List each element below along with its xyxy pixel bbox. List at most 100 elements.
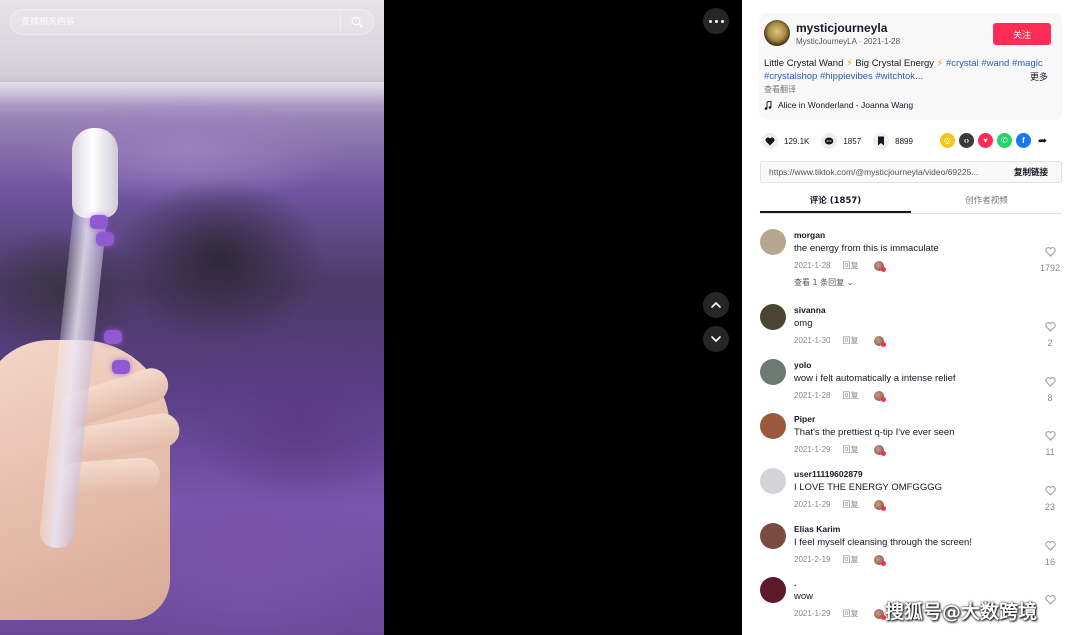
reply-button[interactable]: 回复 [842,554,858,565]
commenter-avatar[interactable] [760,468,786,494]
reply-button[interactable]: 回复 [842,260,858,271]
tiktok-coin-icon[interactable]: ◎ [940,133,955,148]
hashtag-link[interactable]: #wand [981,58,1009,69]
heart-outline-icon [1044,377,1056,387]
comment-like-button[interactable]: 8 [1038,374,1062,403]
watermark-text: 搜狐号@大数跨境 [885,601,1038,623]
tab-comments[interactable]: 评论 (1857) [760,190,911,213]
video-description: Little Crystal Wand ⚡ Big Crystal Energy… [764,57,1046,83]
comment-date: 2021-1-29 [794,609,831,618]
commenter-name[interactable]: Piper [794,414,815,424]
comment-text: I LOVE THE ENERGY OMFGGGG [794,482,942,493]
author-username[interactable]: mysticjourneyla [796,21,887,35]
author-meta: MysticJourneyLA · 2021-1-28 [796,37,900,46]
commenter-name[interactable]: sivanna [794,305,826,315]
comment-date: 2021-1-28 [794,391,831,400]
commenter-name[interactable]: . [794,578,796,588]
commenter-avatar[interactable] [760,413,786,439]
reply-button[interactable]: 回复 [842,444,858,455]
comment-like-count: 16 [1044,557,1055,567]
comment-date: 2021-1-29 [794,500,831,509]
hashtag-link[interactable]: #crystalshop [764,71,817,82]
comment-like-button[interactable]: 16 [1038,538,1062,567]
commenter-name[interactable]: morgan [794,230,825,240]
commenter-avatar[interactable] [760,229,786,255]
comment-like-button[interactable]: 11 [1038,428,1062,457]
reply-button[interactable]: 回复 [842,608,858,619]
comment-item: morgan the energy from this is immaculate… [760,226,1062,287]
comment-like-button[interactable]: 23 [1038,483,1062,512]
hashtag-link[interactable]: #crystal [946,58,979,69]
search-icon [351,16,363,28]
heart-outline-icon [1044,595,1056,605]
commenter-name[interactable]: Elias Karim [794,524,840,534]
embed-icon[interactable]: ‹› [959,133,974,148]
copy-link-button[interactable]: 复制链接 [1001,162,1061,182]
comment-text: omg [794,318,813,329]
video-info-card: mysticjourneyla MysticJourneyLA · 2021-1… [759,13,1062,120]
comment-text: wow [794,591,814,602]
video-link-box: https://www.tiktok.com/@mysticjourneyla/… [760,161,1062,183]
search-input[interactable] [21,17,340,27]
comment-meta: 2021-1-28 回复 [794,390,887,402]
chevron-down-icon [711,336,721,342]
hashtag-link[interactable]: #magic [1012,58,1043,69]
whatsapp-icon[interactable]: ✆ [997,133,1012,148]
lightning-emoji: ⚡ [936,58,944,69]
heart-outline-icon [1044,431,1056,441]
video-frame[interactable] [0,0,384,635]
facebook-icon[interactable]: f [1016,133,1031,148]
description-text: Big Crystal Energy [852,58,937,69]
reply-button[interactable]: 回复 [842,499,858,510]
search-button[interactable] [341,9,373,35]
commenter-name[interactable]: user11119602879 [794,469,863,479]
reply-button[interactable]: 回复 [842,335,858,346]
comment-item: Elias Karim I feel myself cleansing throu… [760,520,1062,575]
creator-reaction-icon [874,260,887,272]
tab-creator-videos[interactable]: 创作者视频 [911,190,1062,213]
video-link-url[interactable]: https://www.tiktok.com/@mysticjourneyla/… [761,167,1001,177]
description-more-button[interactable]: 更多 [1030,70,1048,83]
engagement-stats: 129.1K 1857 8899 [762,132,925,150]
comment-like-button[interactable]: 1792 [1038,244,1062,273]
translate-link[interactable]: 查看翻译 [764,84,796,95]
comment-date: 2021-2-19 [794,555,831,564]
hashtag-link[interactable]: #witchtok... [875,71,923,82]
post-date: 2021-1-28 [863,37,901,46]
geode-edge [0,82,384,122]
comment-like-button[interactable]: 2 [1038,319,1062,348]
save-button[interactable]: 8899 [873,133,913,149]
creator-reaction-icon [874,335,887,347]
hashtag-link[interactable]: #hippievibes [820,71,873,82]
view-replies-text: 查看 1 条回复 [794,278,845,287]
comment-like-button[interactable] [1038,592,1062,611]
commenter-avatar[interactable] [760,577,786,603]
previous-video-button[interactable] [703,292,729,318]
commenter-avatar[interactable] [760,359,786,385]
follow-button[interactable]: 关注 [993,23,1051,45]
commenter-avatar[interactable] [760,304,786,330]
comment-button[interactable]: 1857 [821,133,861,149]
forward-icon[interactable]: ➦ [1035,133,1050,148]
view-replies-link[interactable]: 查看 1 条回复 ⌄ [794,277,853,288]
comment-date: 2021-1-29 [794,445,831,454]
music-link[interactable]: Alice in Wonderland - Joanna Wang [764,100,913,110]
heart-outline-icon [1044,247,1056,257]
author-display-name[interactable]: MysticJourneyLA [796,37,856,46]
like-button[interactable]: 129.1K [762,133,809,149]
next-video-button[interactable] [703,326,729,352]
lightning-emoji: ⚡ [846,58,853,69]
heart-outline-icon [1044,322,1056,332]
wand-gem [112,360,130,374]
comment-count: 1857 [843,136,862,146]
reply-button[interactable]: 回复 [842,390,858,401]
video-info-panel: mysticjourneyla MysticJourneyLA · 2021-1… [742,0,1080,635]
commenter-name[interactable]: yolo [794,360,811,370]
creator-reaction-icon [874,390,887,402]
music-title: Alice in Wonderland - Joanna Wang [778,100,914,110]
video-player-area [0,0,742,635]
commenter-avatar[interactable] [760,523,786,549]
more-options-button[interactable] [703,8,729,34]
send-icon[interactable]: ▾ [978,133,993,148]
author-avatar[interactable] [764,20,790,46]
